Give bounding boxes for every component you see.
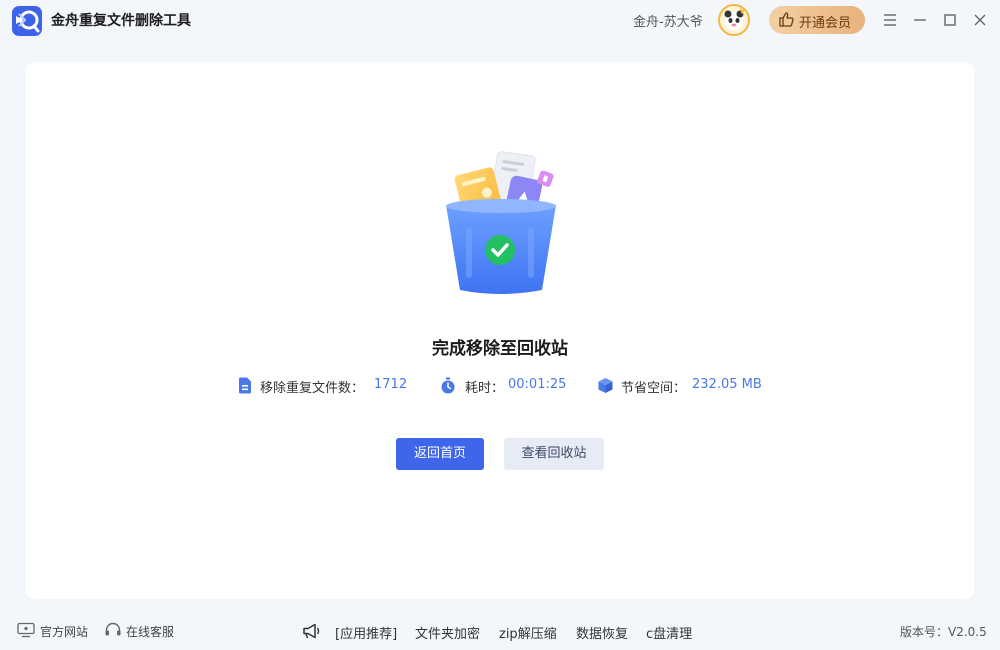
version-label: 版本号：V2.0.5: [900, 625, 987, 639]
online-service-label: 在线客服: [126, 625, 175, 639]
folder-encrypt-link[interactable]: 文件夹加密: [415, 623, 480, 642]
cube-icon: [597, 377, 614, 398]
menu-icon: [884, 14, 896, 26]
app-title: 金舟重复文件删除工具: [51, 13, 191, 29]
zip-extract-link[interactable]: zip解压缩: [499, 623, 557, 642]
close-button[interactable]: [968, 8, 992, 32]
footer-bar: 官方网站 在线客服 [应用推荐] 文件夹加密 zip解压缩 数据恢复 c盘清理 …: [0, 612, 1000, 650]
user-name[interactable]: 金舟-苏大爷: [633, 11, 703, 30]
close-icon: [974, 14, 986, 26]
thumbs-up-icon: [779, 12, 794, 31]
stat-value: 1712: [374, 377, 408, 392]
stopwatch-icon: [440, 377, 456, 398]
app-window: 金舟重复文件删除工具 金舟-苏大爷 开通会员 完成移除至回收站 移除重复文件数：…: [0, 0, 1000, 650]
stat-label: 节省空间：: [621, 381, 687, 396]
c-drive-clean-link[interactable]: c盘清理: [646, 623, 692, 642]
vip-upgrade-button[interactable]: 开通会员: [769, 6, 865, 34]
result-card: 完成移除至回收站 移除重复文件数： 1712 耗时： 00:01:25 节省空间…: [26, 62, 974, 599]
app-recommend-label: [应用推荐]: [335, 627, 398, 642]
menu-button[interactable]: [878, 8, 902, 32]
view-recycle-bin-button[interactable]: 查看回收站: [504, 438, 604, 470]
official-site-label: 官方网站: [40, 625, 89, 639]
document-icon: [238, 377, 252, 398]
headset-icon: [105, 622, 121, 636]
stat-removed-count: 移除重复文件数： 1712: [238, 376, 418, 396]
avatar[interactable]: [718, 4, 750, 36]
maximize-icon: [944, 14, 956, 26]
stat-label: 耗时：: [465, 381, 505, 396]
stat-saved-space: 节省空间： 232.05 MB: [597, 376, 777, 396]
stat-elapsed-time: 耗时： 00:01:25: [440, 376, 580, 396]
back-home-button[interactable]: 返回首页: [396, 438, 484, 470]
minimize-icon: [914, 19, 926, 21]
recycle-bin-success-icon: [436, 150, 566, 300]
stat-value: 00:01:25: [508, 377, 567, 392]
stat-value: 232.05 MB: [692, 377, 762, 392]
vip-upgrade-label: 开通会员: [799, 16, 852, 31]
app-logo-icon: [12, 6, 42, 36]
maximize-button[interactable]: [938, 8, 962, 32]
success-check-icon: [485, 235, 515, 265]
result-title: 完成移除至回收站: [432, 339, 568, 359]
stat-label: 移除重复文件数：: [260, 381, 365, 396]
title-bar: 金舟重复文件删除工具 金舟-苏大爷 开通会员: [0, 0, 1000, 40]
minimize-button[interactable]: [908, 8, 932, 32]
data-recovery-link[interactable]: 数据恢复: [576, 623, 628, 642]
monitor-icon: [17, 622, 35, 638]
